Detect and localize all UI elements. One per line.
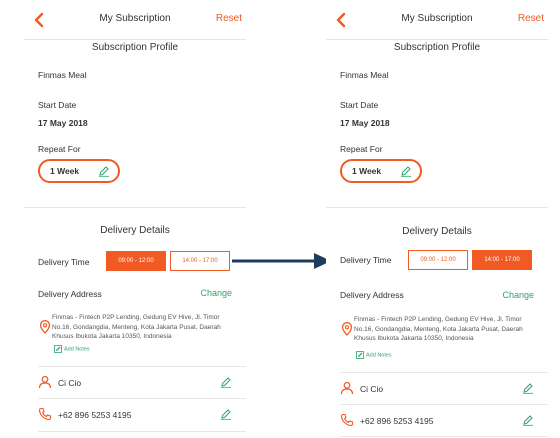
delivery-section-title: Delivery Details [100, 225, 170, 236]
add-notes-label: Add Notes [64, 346, 90, 353]
repeat-selector[interactable]: 1 Week [38, 159, 120, 183]
app-header: My Subscription Reset [24, 0, 246, 40]
delivery-address-label: Delivery Address [340, 290, 404, 300]
phone-icon [38, 407, 52, 421]
plan-name: Finmas Meal [340, 70, 389, 80]
divider [38, 366, 246, 367]
location-pin-icon [39, 320, 51, 334]
address-text: Finmas - Fintech P2P Lending, Gedung EV … [354, 316, 523, 342]
location-pin-icon [341, 322, 353, 336]
delivery-address-label: Delivery Address [38, 289, 102, 299]
phone-icon [340, 413, 354, 427]
divider [38, 431, 246, 432]
repeat-value: 1 Week [352, 166, 382, 176]
page-title: My Subscription [401, 13, 473, 24]
divider [340, 372, 548, 373]
start-date-label: Start Date [340, 100, 379, 110]
reset-button[interactable]: Reset [518, 13, 544, 24]
divider [340, 404, 548, 405]
divider [326, 207, 548, 208]
recipient-name: Ci Cio [360, 384, 384, 394]
time-slot-afternoon[interactable]: 14:00 - 17:00 [472, 250, 532, 270]
pencil-icon[interactable] [220, 408, 232, 420]
pencil-icon[interactable] [220, 376, 232, 388]
pencil-icon[interactable] [98, 165, 110, 177]
person-icon [38, 375, 52, 389]
change-address-link[interactable]: Change [502, 290, 534, 300]
time-slot-afternoon[interactable]: 14:00 - 17:00 [170, 251, 230, 271]
screen-before: My Subscription Reset Subscription Profi… [24, 0, 246, 438]
page-title: My Subscription [99, 13, 171, 24]
address-text: Finmas - Fintech P2P Lending, Gedung EV … [52, 314, 221, 340]
recipient-name: Ci Cio [58, 378, 82, 388]
screen-after: My Subscription Reset Subscription Profi… [326, 0, 548, 438]
repeat-label: Repeat For [38, 144, 81, 154]
add-notes-button[interactable]: Add Notes [54, 345, 90, 353]
repeat-selector[interactable]: 1 Week [340, 159, 422, 183]
start-date-value: 17 May 2018 [38, 118, 88, 128]
time-slot-morning[interactable]: 09:00 - 12:00 [106, 251, 166, 271]
phone-number: +62 896 5253 4195 [360, 416, 434, 426]
notes-icon [54, 345, 62, 353]
phone-number: +62 896 5253 4195 [58, 410, 132, 420]
app-header: My Subscription Reset [326, 0, 548, 40]
notes-icon [356, 351, 364, 359]
divider [340, 436, 548, 437]
pencil-icon[interactable] [522, 414, 534, 426]
delivery-time-label: Delivery Time [38, 257, 90, 267]
delivery-section-title: Delivery Details [402, 226, 472, 237]
person-icon [340, 381, 354, 395]
arrow-right-icon [232, 253, 331, 269]
delivery-time-label: Delivery Time [340, 255, 392, 265]
profile-section-title: Subscription Profile [393, 42, 481, 53]
change-address-link[interactable]: Change [200, 288, 232, 298]
repeat-label: Repeat For [340, 144, 383, 154]
time-slot-morning[interactable]: 09:00 - 12:00 [408, 250, 468, 270]
add-notes-label: Add Notes [366, 352, 392, 359]
pencil-icon[interactable] [522, 382, 534, 394]
plan-name: Finmas Meal [38, 70, 87, 80]
repeat-value: 1 Week [50, 166, 80, 176]
start-date-label: Start Date [38, 100, 77, 110]
start-date-value: 17 May 2018 [340, 118, 390, 128]
divider [38, 398, 246, 399]
reset-button[interactable]: Reset [216, 13, 242, 24]
profile-section-title: Subscription Profile [91, 42, 179, 53]
divider [24, 207, 246, 208]
add-notes-button[interactable]: Add Notes [356, 351, 392, 359]
pencil-icon[interactable] [400, 165, 412, 177]
